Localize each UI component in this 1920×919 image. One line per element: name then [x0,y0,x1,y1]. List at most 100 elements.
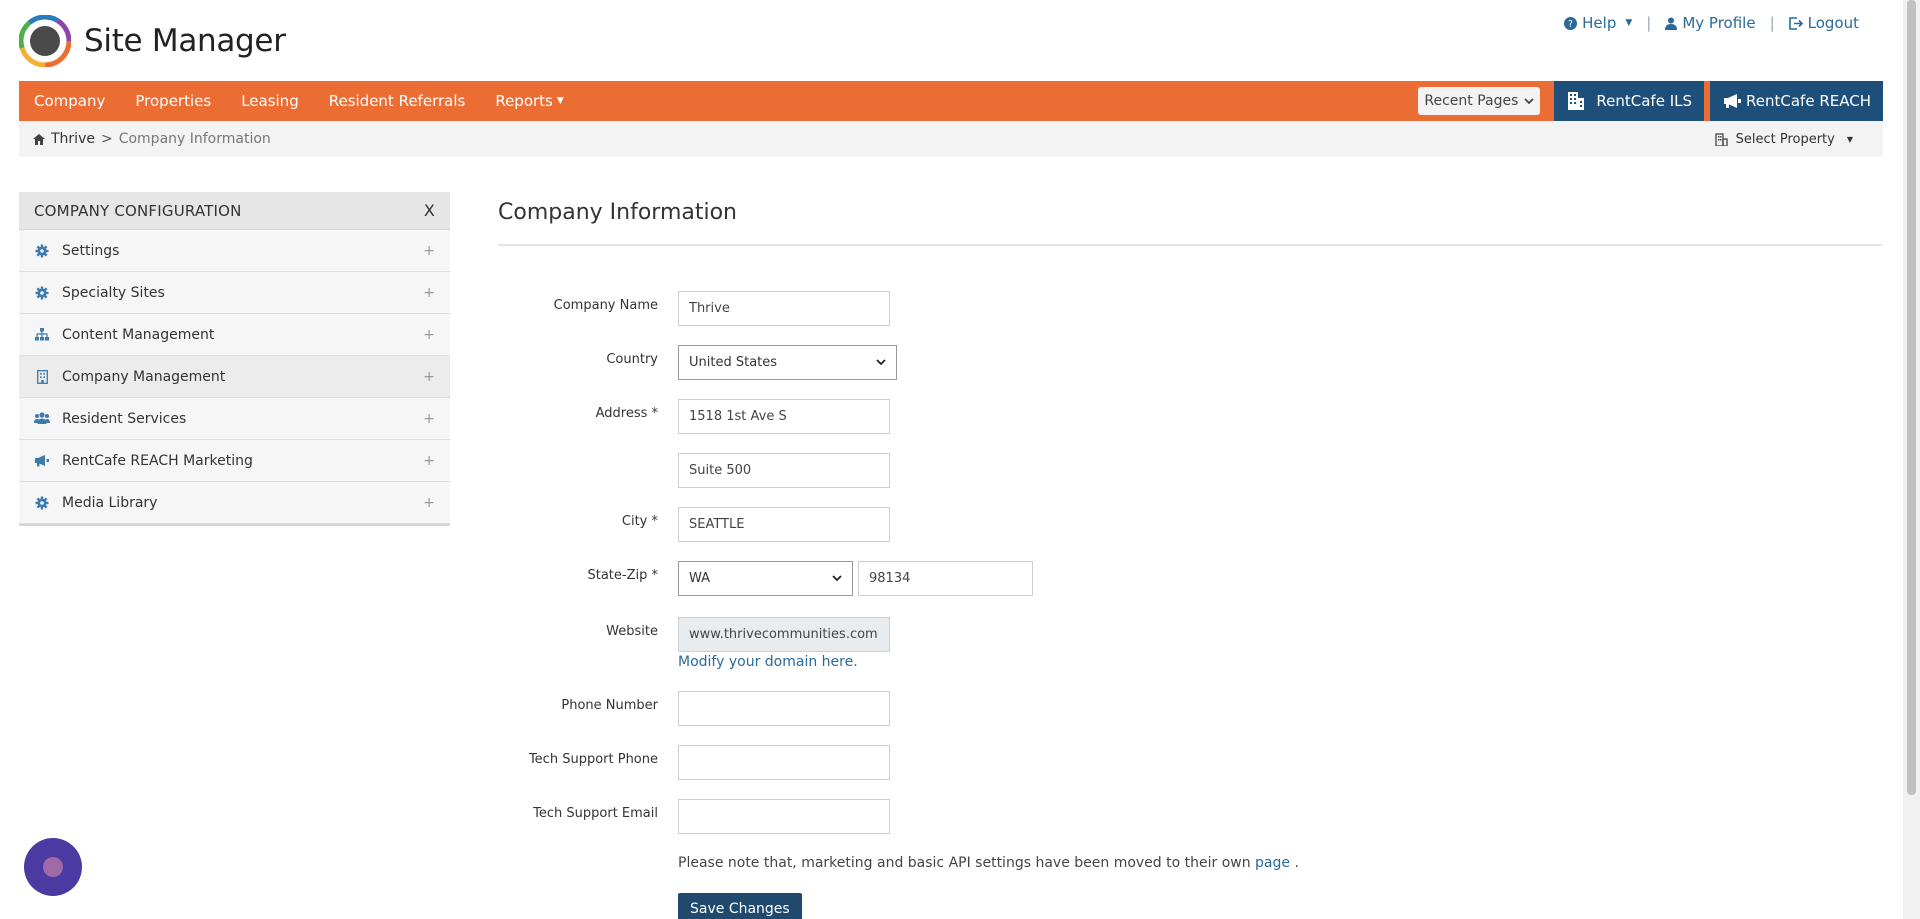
nav-item-resident-referrals[interactable]: Resident Referrals [314,81,481,121]
property-icon [1714,132,1728,146]
sidebar-item-company-management[interactable]: Company Management + [19,356,450,398]
company-info-form: Company Name Thrive Country United State… [498,192,1882,919]
address-line2-field[interactable]: Suite 500 [678,453,890,488]
address-line1-field[interactable]: 1518 1st Ave S [678,399,890,434]
phone-field[interactable] [678,691,890,726]
building-icon [34,369,50,385]
sidebar-item-label: RentCafe REACH Marketing [62,452,253,469]
gear-icon [34,243,50,259]
building-icon [1568,92,1585,110]
logo[interactable]: Site Manager [19,15,286,67]
select-property-dropdown[interactable]: Select Property ▼ [1714,121,1853,157]
top-links: ? Help ▼ | My Profile | Logout [1564,14,1859,32]
user-icon [1665,17,1678,30]
caret-down-icon: ▼ [1625,18,1633,28]
tech-support-email-label: Tech Support Email [533,806,658,821]
sidebar-item-reach-marketing[interactable]: RentCafe REACH Marketing + [19,440,450,482]
help-menu[interactable]: ? Help ▼ [1564,14,1632,32]
zip-field[interactable]: 98134 [858,561,1033,596]
note-page-link[interactable]: page [1255,855,1290,871]
nav-item-reports[interactable]: Reports ▼ [480,81,578,121]
recent-pages-label: Recent Pages [1424,93,1519,109]
company-name-label: Company Name [553,298,658,313]
sidebar-item-content-management[interactable]: Content Management + [19,314,450,356]
megaphone-icon [1724,94,1742,108]
settings-moved-note: Please note that, marketing and basic AP… [678,855,1299,871]
breadcrumb-home[interactable]: Thrive [33,131,95,147]
page-scrollbar[interactable] [1903,0,1920,919]
state-zip-label: State-Zip * [587,568,658,583]
sidebar-item-label: Resident Services [62,410,187,427]
tech-support-phone-field[interactable] [678,745,890,780]
sidebar-close-button[interactable]: X [424,201,435,220]
help-label: Help [1582,14,1617,32]
separator: | [1769,14,1775,32]
sidebar-item-settings[interactable]: Settings + [19,230,450,272]
address-label: Address * [595,406,658,421]
state-select[interactable]: WA [678,561,853,596]
chat-widget-button[interactable] [24,838,82,896]
recent-pages-dropdown[interactable]: Recent Pages [1418,87,1541,115]
country-label: Country [606,352,658,367]
tech-support-phone-label: Tech Support Phone [528,752,658,767]
breadcrumb-separator: > [100,131,113,147]
rentcafe-ils-button[interactable]: RentCafe ILS [1554,81,1705,121]
app-title: Site Manager [84,23,286,59]
expand-icon: + [423,410,435,427]
rentcafe-reach-button[interactable]: RentCafe REACH [1710,81,1883,121]
my-profile-link[interactable]: My Profile [1665,14,1756,32]
sidebar-header: COMPANY CONFIGURATION X [19,192,450,230]
sidebar-item-label: Settings [62,242,120,259]
chevron-down-icon [832,575,842,582]
gear-icon [34,495,50,511]
megaphone-icon [34,453,50,469]
question-icon: ? [1564,16,1578,30]
company-name-field[interactable]: Thrive [678,291,890,326]
company-config-sidebar: COMPANY CONFIGURATION X Settings + Speci… [19,192,450,526]
sidebar-item-specialty-sites[interactable]: Specialty Sites + [19,272,450,314]
note-end: . [1294,855,1299,871]
chevron-down-icon [876,359,886,366]
modify-domain-link[interactable]: Modify your domain here. [678,654,858,670]
top-header: Site Manager ? Help ▼ | My Profile | Log… [0,0,1900,81]
website-field[interactable]: www.thrivecommunities.com [678,617,890,652]
country-value: United States [689,355,778,370]
gear-icon [34,285,50,301]
logo-icon [19,15,71,67]
sidebar-item-label: Specialty Sites [62,284,165,301]
scrollbar-thumb[interactable] [1907,0,1916,795]
nav-right: Recent Pages RentCafe ILS RentCafe REACH [1418,81,1883,121]
phone-label: Phone Number [561,698,658,713]
sidebar-item-media-library[interactable]: Media Library + [19,482,450,524]
sidebar-item-resident-services[interactable]: Resident Services + [19,398,450,440]
sidebar-item-label: Media Library [62,494,158,511]
svg-text:?: ? [1568,19,1573,30]
rentcafe-reach-label: RentCafe REACH [1746,92,1871,110]
save-changes-button[interactable]: Save Changes [678,893,802,919]
chat-icon [43,857,63,877]
separator: | [1646,14,1652,32]
users-icon [34,411,50,427]
nav-item-company[interactable]: Company [19,81,120,121]
nav-item-properties[interactable]: Properties [120,81,226,121]
breadcrumb-current: Company Information [118,131,271,147]
caret-down-icon: ▼ [556,96,564,106]
select-property-label: Select Property [1735,131,1835,147]
tech-support-email-field[interactable] [678,799,890,834]
breadcrumb-home-label: Thrive [51,131,95,147]
expand-icon: + [423,242,435,259]
main-content: Company Information Company Name Thrive … [498,192,1882,919]
caret-down-icon: ▼ [1846,134,1853,144]
sitemap-icon [34,327,50,343]
expand-icon: + [423,452,435,469]
expand-icon: + [423,368,435,385]
chevron-down-icon [1524,97,1535,104]
city-field[interactable]: SEATTLE [678,507,890,542]
website-label: Website [606,624,658,639]
expand-icon: + [423,284,435,301]
logout-label: Logout [1807,14,1859,32]
country-select[interactable]: United States [678,345,897,380]
nav-item-leasing[interactable]: Leasing [226,81,314,121]
logout-link[interactable]: Logout [1788,14,1859,32]
city-label: City * [621,514,658,529]
